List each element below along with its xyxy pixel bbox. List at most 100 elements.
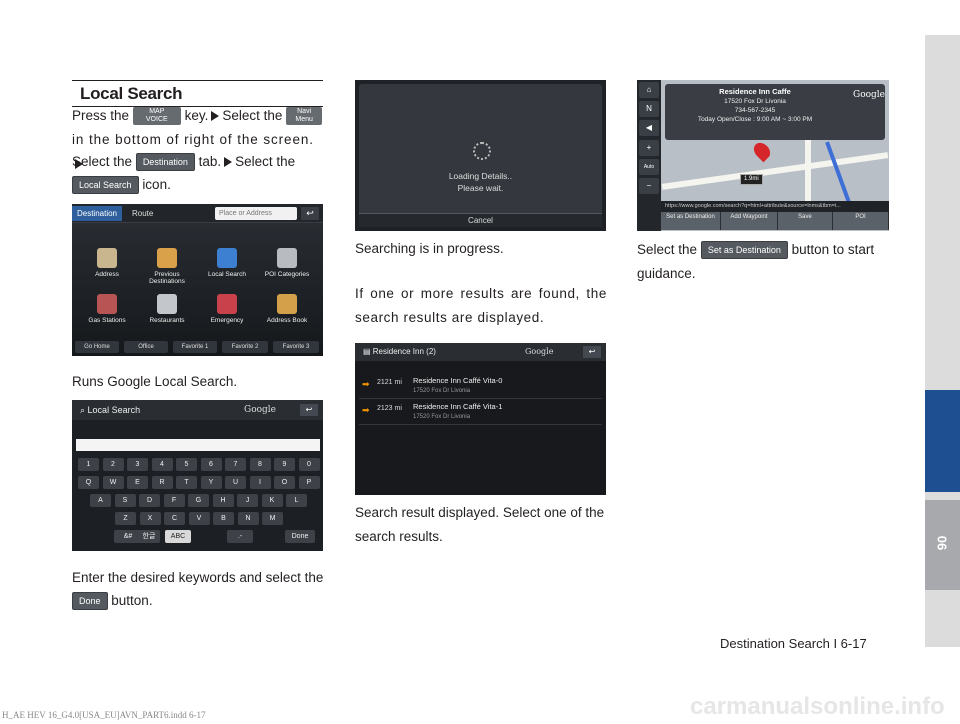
map-road	[805, 140, 811, 210]
menu-item-address-book: Address Book	[258, 294, 316, 324]
keyboard-key: 4	[151, 458, 173, 471]
keyboard-key: D	[139, 494, 160, 507]
keyboard-key: F	[163, 494, 185, 507]
instruction-line1: Press the MAP VOICE key. Select the Navi Me…	[72, 104, 324, 128]
page-footer: Destination Search I 6-17	[720, 636, 867, 651]
distance-label: 1.9mi	[740, 174, 763, 185]
map-voice-key: MAP VOICE	[132, 107, 181, 126]
result-distance: 2121 mi	[377, 379, 402, 386]
place-hours: Today Open/Close : 9:00 AM ~ 3:00 PM	[697, 116, 813, 123]
keyboard-key: A	[90, 494, 111, 507]
keyboard-key: 9	[274, 458, 295, 471]
set-as-destination-button-image: Set as Destination	[700, 241, 788, 260]
back-icon: ↩	[301, 207, 319, 220]
keyboard-key: 3	[127, 458, 148, 471]
keyboard-key: H	[212, 494, 234, 507]
caption-searching: Searching is in progress.	[355, 241, 504, 256]
google-logo: Google	[244, 405, 276, 415]
navi-menu-key: Navi Menu	[286, 107, 323, 126]
volume-icon: ◀	[639, 120, 659, 136]
side-tab-active	[925, 390, 960, 492]
tab-route: Route	[132, 209, 154, 218]
loading-panel: Loading Details.. Please wait. Cancel	[359, 84, 602, 227]
keyboard-key: 2	[102, 458, 124, 471]
keyboard-key: U	[225, 476, 246, 489]
home-icon: ⌂	[639, 82, 659, 98]
compass-icon: N	[639, 101, 659, 117]
keyboard-key: W	[102, 476, 124, 489]
keyboard-key: 0	[298, 458, 320, 471]
caption-runs-google: Runs Google Local Search.	[72, 374, 238, 389]
set-as-destination-button: Set as Destination	[661, 212, 721, 230]
result-address: 17520 Fox Dr Livonia	[413, 388, 471, 394]
destination-tab-image: Destination	[135, 153, 195, 172]
keyboard-key: 6	[200, 458, 222, 471]
fav-go-home: Go Home	[75, 341, 119, 353]
map-detail-screenshot: ⌂ N ◀ + Auto − Residence Inn Caffe 17520…	[637, 80, 889, 231]
menu-item-poi: POI Categories	[258, 248, 316, 278]
keyboard-key: Z	[115, 512, 136, 525]
keyboard-key: V	[188, 512, 210, 525]
zoom-in-icon: +	[639, 140, 659, 156]
keyboard-key: R	[151, 476, 173, 489]
section-title: Local Search	[72, 80, 323, 107]
keyboard-key: K	[261, 494, 283, 507]
zoom-out-icon: −	[639, 178, 659, 194]
place-phone: 734-567-2345	[734, 107, 776, 114]
keyword-input	[76, 439, 320, 451]
watermark: carmanualsonline.info	[690, 693, 945, 720]
direction-arrow-icon: ➡	[362, 405, 370, 415]
keyboard-key: G	[188, 494, 209, 507]
done-button-image: Done	[72, 592, 108, 611]
map-road	[661, 152, 889, 190]
screen-title: ⌕ Local Search	[80, 405, 141, 415]
fav-office: Office	[124, 341, 168, 353]
back-icon: ↩	[300, 404, 318, 416]
keyboard-key: C	[164, 512, 185, 525]
direction-arrow-icon: ➡	[362, 379, 370, 389]
back-icon: ↩	[583, 346, 601, 358]
keyboard-key: 한글	[138, 530, 160, 543]
place-address: 17520 Fox Dr Livonia	[724, 98, 786, 105]
place-search-field: Place or Address	[215, 207, 297, 220]
caption-results-found: If one or more results are found, the se…	[355, 286, 607, 325]
place-info-panel: Residence Inn Caffe 17520 Fox Dr Livonia…	[665, 84, 885, 140]
keyboard-key: P	[298, 476, 320, 489]
result-distance: 2123 mi	[377, 405, 402, 412]
keyboard-key: O	[274, 476, 295, 489]
print-imprint: H_AE HEV 16_G4.0[USA_EU]AVN_PART6.indd 6…	[2, 710, 206, 720]
loading-text: Loading Details.. Please wait.	[448, 171, 513, 193]
keyboard-key: E	[127, 476, 148, 489]
fav-1: Favorite 1	[173, 341, 217, 353]
menu-item-previous: Previous Destinations	[138, 248, 196, 285]
result-name: Residence Inn Caffé Vita-1	[413, 402, 503, 411]
keyboard-key: J	[237, 494, 258, 507]
result-row: ➡ 2123 mi Residence Inn Caffé Vita-1 175…	[359, 401, 602, 425]
keyboard-key: Done	[285, 530, 315, 543]
keyboard-key: X	[139, 512, 161, 525]
instruction-line4: Local Search icon.	[72, 173, 324, 197]
fav-3: Favorite 3	[273, 341, 319, 353]
poi-button: POI	[833, 212, 889, 230]
auto-zoom-icon: Auto	[639, 159, 659, 175]
local-search-button-image: Local Search	[72, 176, 139, 195]
place-name: Residence Inn Caffe	[719, 87, 791, 96]
keyboard-key: B	[213, 512, 234, 525]
result-row: ➡ 2121 mi Residence Inn Caffé Vita-0 175…	[359, 375, 602, 399]
keyboard-key: Y	[200, 476, 222, 489]
add-waypoint-button: Add Waypoint	[721, 212, 778, 230]
cancel-button: Cancel	[359, 213, 602, 227]
screen-title: ▤ Residence Inn (2)	[363, 347, 436, 356]
keyboard-key: M	[262, 512, 283, 525]
search-results-screenshot: ▤ Residence Inn (2) Google ↩ ➡ 2121 mi R…	[355, 343, 606, 495]
keyboard-key: ABC	[165, 530, 191, 543]
keyboard-key: 8	[249, 458, 271, 471]
tab-destination: Destination	[72, 206, 122, 221]
spinner-icon	[473, 142, 491, 160]
caption-set-destination: Select the Set as Destination button to …	[637, 241, 875, 281]
menu-item-address: Address	[78, 248, 136, 278]
menu-item-gas: Gas Stations	[78, 294, 136, 324]
keyboard-key: S	[114, 494, 136, 507]
keyboard-key: 5	[176, 458, 197, 471]
menu-item-local-search: Local Search	[198, 248, 256, 278]
